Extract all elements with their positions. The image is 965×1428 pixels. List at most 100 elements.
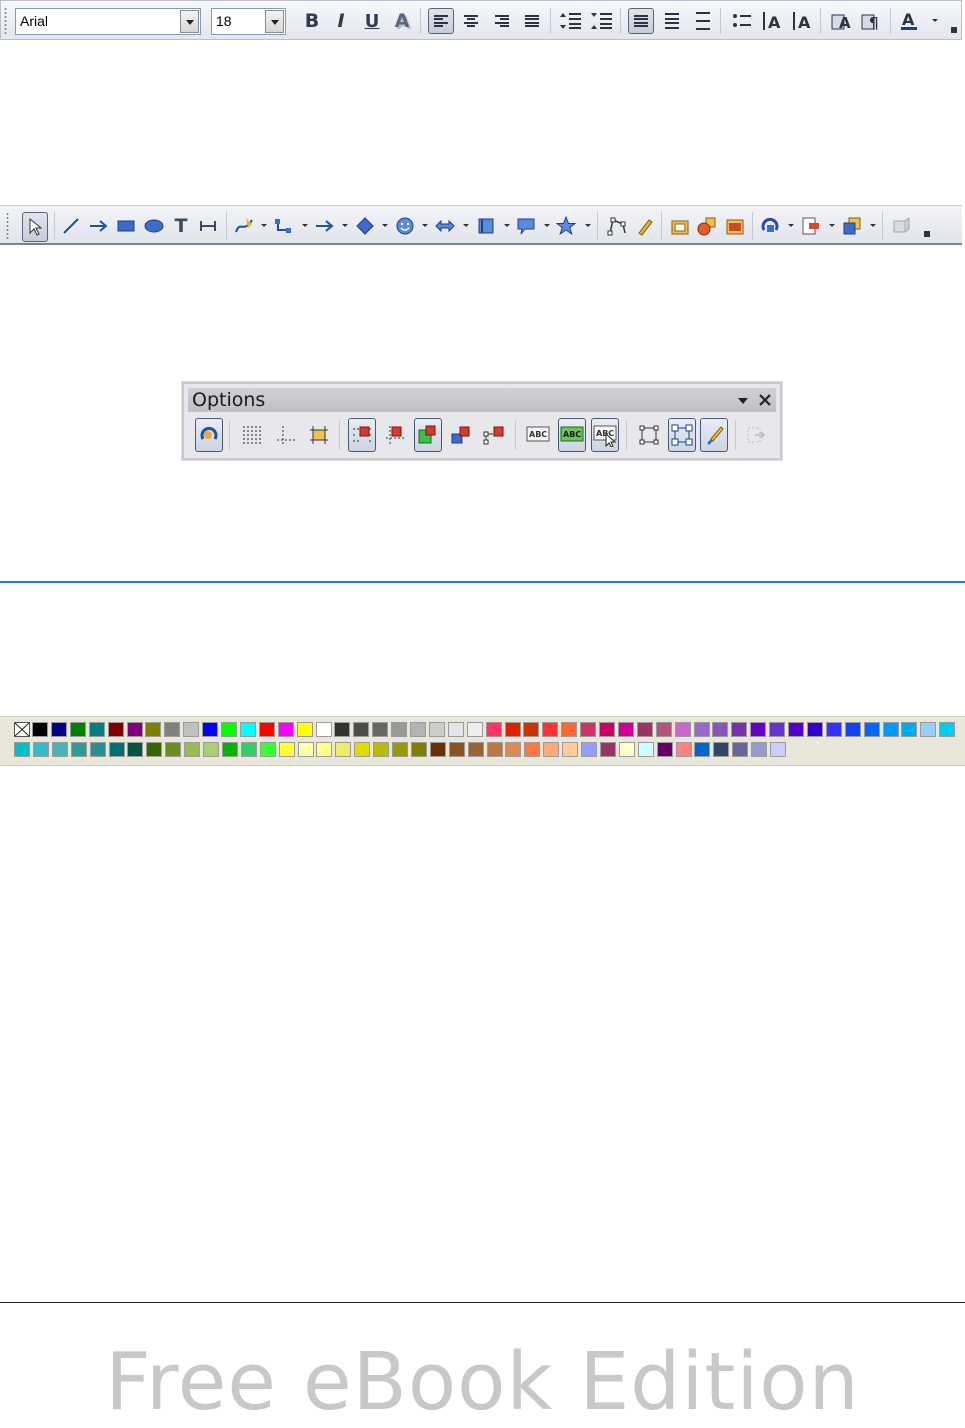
create-object-with-attributes-button[interactable]: [700, 418, 728, 452]
character-button[interactable]: A: [829, 8, 855, 34]
line-spacing-1-button[interactable]: [628, 8, 654, 34]
color-swatch[interactable]: [447, 722, 464, 737]
color-swatch[interactable]: [542, 722, 559, 737]
color-swatch[interactable]: [32, 742, 49, 757]
align-right-button[interactable]: [489, 8, 515, 34]
color-swatch[interactable]: [693, 722, 710, 737]
extrusion-button[interactable]: [888, 213, 914, 239]
rectangle-button[interactable]: [113, 213, 139, 239]
color-swatch[interactable]: [751, 742, 768, 757]
alignment-dropdown-icon[interactable]: [829, 224, 835, 227]
color-swatch[interactable]: [543, 742, 560, 757]
flowcharts-dropdown-icon[interactable]: [504, 224, 510, 227]
color-swatch[interactable]: [164, 722, 181, 737]
bullets-button[interactable]: [729, 8, 755, 34]
color-swatch[interactable]: [126, 722, 143, 737]
line-spacing-2-button[interactable]: [690, 8, 716, 34]
color-swatch[interactable]: [636, 722, 653, 737]
color-swatch[interactable]: [146, 742, 163, 757]
color-swatch[interactable]: [354, 742, 371, 757]
italic-button[interactable]: I: [328, 8, 354, 34]
color-swatch[interactable]: [108, 742, 125, 757]
color-swatch[interactable]: [901, 722, 918, 737]
ellipse-button[interactable]: [141, 213, 167, 239]
color-swatch[interactable]: [14, 742, 30, 757]
toolbar-grip[interactable]: [6, 212, 9, 240]
color-swatch[interactable]: [712, 722, 729, 737]
color-swatch[interactable]: [428, 722, 445, 737]
color-swatch[interactable]: [769, 722, 786, 737]
basic-shapes-button[interactable]: [352, 213, 378, 239]
color-swatch[interactable]: [581, 742, 597, 757]
color-swatch[interactable]: [372, 722, 389, 737]
color-swatch[interactable]: [637, 742, 654, 757]
color-swatch[interactable]: [258, 722, 275, 737]
align-left-button[interactable]: [428, 8, 454, 34]
font-size-combo[interactable]: 18: [211, 8, 286, 35]
toolbar-overflow-icon[interactable]: [924, 231, 930, 237]
color-swatch[interactable]: [882, 722, 899, 737]
color-swatch[interactable]: [656, 742, 673, 757]
color-swatch[interactable]: [448, 742, 465, 757]
color-swatch[interactable]: [674, 722, 691, 737]
lines-arrows-button[interactable]: [311, 213, 337, 239]
exit-all-groups-button[interactable]: [742, 418, 770, 452]
curve-button[interactable]: [231, 213, 257, 239]
justify-button[interactable]: [519, 8, 545, 34]
font-name-combo[interactable]: Arial: [15, 8, 201, 35]
color-swatch[interactable]: [221, 722, 237, 737]
color-swatch[interactable]: [315, 722, 332, 737]
rotate-dropdown-icon[interactable]: [788, 224, 794, 227]
color-swatch[interactable]: [278, 742, 295, 757]
helplines-while-moving-button[interactable]: [305, 418, 333, 452]
insert-image-button[interactable]: [722, 213, 748, 239]
color-swatch[interactable]: [844, 722, 861, 737]
color-swatch[interactable]: [296, 722, 313, 737]
paragraph-button[interactable]: ¶: [859, 8, 885, 34]
color-swatch[interactable]: [939, 722, 956, 737]
from-file-button[interactable]: [667, 213, 693, 239]
color-swatch[interactable]: [618, 742, 635, 757]
color-swatch[interactable]: [713, 742, 730, 757]
arrange-button[interactable]: [839, 213, 865, 239]
color-swatch[interactable]: [240, 742, 257, 757]
increase-spacing-button[interactable]: [558, 8, 584, 34]
stars-dropdown-icon[interactable]: [585, 224, 591, 227]
color-swatch[interactable]: [599, 722, 615, 737]
color-swatch[interactable]: [410, 742, 427, 757]
color-swatch[interactable]: [732, 742, 749, 757]
line-button[interactable]: [58, 213, 84, 239]
fontwork-gallery-button[interactable]: [632, 213, 658, 239]
snap-to-object-points-button[interactable]: [480, 418, 508, 452]
options-title-bar[interactable]: Options: [188, 388, 776, 412]
color-swatch[interactable]: [202, 722, 219, 737]
double-click-text-edit-button[interactable]: ABC: [591, 418, 619, 452]
rotate-button[interactable]: [757, 213, 783, 239]
color-swatch[interactable]: [165, 742, 182, 757]
toolbar-grip[interactable]: [4, 7, 7, 35]
font-color-dropdown-icon[interactable]: [932, 19, 938, 22]
color-swatch[interactable]: [561, 722, 578, 737]
snap-to-snap-lines-button[interactable]: [381, 418, 409, 452]
lines-arrows-dropdown-icon[interactable]: [342, 224, 348, 227]
color-swatch[interactable]: [466, 722, 483, 737]
line-ends-arrow-button[interactable]: [85, 213, 111, 239]
color-swatch[interactable]: [259, 742, 276, 757]
large-handles-button[interactable]: [668, 418, 696, 452]
rotation-mode-button[interactable]: [195, 418, 223, 452]
text-button[interactable]: T: [168, 213, 194, 239]
color-swatch[interactable]: [486, 742, 503, 757]
snap-lines-button[interactable]: [272, 418, 300, 452]
close-icon[interactable]: [759, 394, 771, 406]
left-to-right-button[interactable]: A: [759, 8, 785, 34]
color-swatch[interactable]: [107, 722, 124, 737]
color-swatch[interactable]: [392, 742, 408, 757]
color-swatch[interactable]: [316, 742, 333, 757]
underline-button[interactable]: U: [359, 8, 385, 34]
color-swatch[interactable]: [920, 722, 937, 737]
color-swatch[interactable]: [145, 722, 162, 737]
align-center-button[interactable]: [458, 8, 484, 34]
color-swatch[interactable]: [429, 742, 446, 757]
color-swatch[interactable]: [69, 722, 86, 737]
no-fill-swatch-icon[interactable]: [14, 722, 30, 737]
